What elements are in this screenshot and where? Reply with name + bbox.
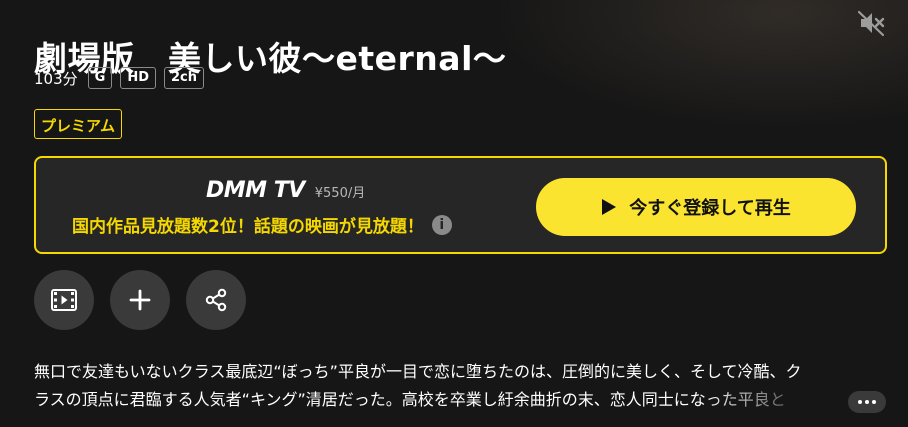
monthly-price: ¥550/月 (314, 186, 366, 201)
duration: 103分 (34, 69, 78, 88)
play-icon (602, 199, 617, 215)
subscribe-play-label: 今すぐ登録して再生 (629, 198, 791, 219)
expand-synopsis-button[interactable] (848, 391, 886, 413)
promo-text: 国内作品見放題数2位！話題の映画が見放題！ (72, 217, 424, 237)
promo-message: 国内作品見放題数2位！話題の映画が見放題！ i (72, 212, 452, 237)
add-to-list-button[interactable] (110, 270, 170, 330)
synopsis-line-1: 無口で友達もいないクラス最底辺“ぼっち”平良が一目で恋に堕ちたのは、圧倒的に美し… (34, 362, 802, 381)
speaker-muted-icon (857, 10, 885, 37)
ellipsis-dot (858, 400, 862, 404)
premium-badge: プレミアム (34, 109, 122, 139)
film-icon (51, 289, 77, 311)
quality-badge: HD (120, 67, 156, 89)
ellipsis-dot (872, 400, 876, 404)
audio-badge: 2ch (163, 67, 204, 89)
share-icon (205, 288, 227, 312)
rating-badge: G (87, 67, 113, 89)
share-button[interactable] (186, 270, 246, 330)
meta-row: 103分 G HD 2ch (34, 67, 204, 89)
action-buttons (34, 270, 246, 330)
hero-backdrop (488, 0, 908, 130)
synopsis-fade (700, 386, 848, 416)
trailer-button[interactable] (34, 270, 94, 330)
subscription-promo: DMM TV ¥550/月 国内作品見放題数2位！話題の映画が見放題！ i 今す… (34, 156, 887, 254)
dmm-tv-logo: DMM TV (206, 178, 305, 203)
brand-row: DMM TV ¥550/月 (206, 178, 365, 203)
mute-button[interactable] (856, 8, 886, 38)
plus-icon (129, 289, 151, 311)
ellipsis-dot (865, 400, 869, 404)
subscribe-play-button[interactable]: 今すぐ登録して再生 (536, 178, 856, 236)
info-icon[interactable]: i (431, 214, 452, 235)
